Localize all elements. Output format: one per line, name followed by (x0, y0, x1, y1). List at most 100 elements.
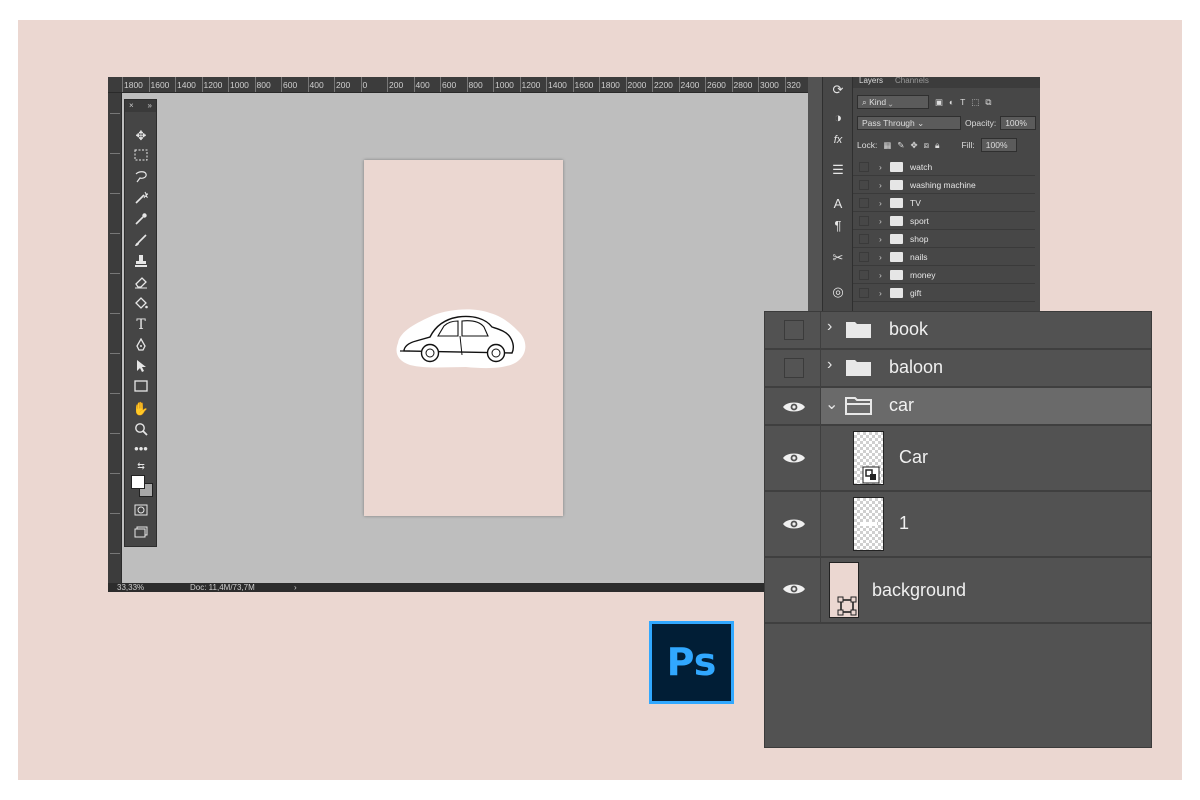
eye-icon[interactable] (782, 400, 806, 414)
status-bar: 33,33% Doc: 11,4M/73,7M › (108, 583, 808, 592)
filter-type-icon[interactable]: T (960, 97, 965, 107)
styles-icon[interactable]: fx (829, 131, 847, 149)
visibility-toggle[interactable] (859, 270, 869, 280)
paint-bucket-tool-icon[interactable] (131, 296, 151, 312)
chevron-right-icon[interactable]: › (827, 318, 832, 336)
layer-name: 1 (899, 513, 910, 533)
chevron-right-icon[interactable]: › (879, 284, 882, 302)
stamp-tool-icon[interactable] (131, 254, 151, 270)
blend-mode-dropdown[interactable]: Pass Through ⌄ (857, 116, 961, 130)
visibility-toggle[interactable] (784, 320, 804, 340)
history-icon[interactable]: ⟳ (829, 81, 847, 99)
lock-artboard-icon[interactable]: ⧈ (924, 140, 929, 151)
visibility-toggle[interactable] (859, 288, 869, 298)
layer-row-book[interactable]: › book (765, 312, 1151, 350)
chevron-right-icon[interactable]: › (879, 230, 882, 248)
lock-pixels-icon[interactable]: ✎ (897, 140, 904, 151)
pen-tool-icon[interactable] (131, 337, 151, 354)
visibility-toggle[interactable] (859, 216, 869, 226)
brush-tool-icon[interactable] (131, 233, 151, 249)
more-tools-icon[interactable]: ••• (131, 441, 151, 457)
visibility-toggle[interactable] (859, 162, 869, 172)
layer-row[interactable]: › TV (853, 194, 1035, 212)
chevron-right-icon[interactable]: › (879, 266, 882, 284)
marquee-tool-icon[interactable] (131, 149, 151, 165)
fill-input[interactable]: 100% (980, 138, 1017, 152)
lock-all-icon[interactable]: 🔒︎ (935, 140, 940, 151)
visibility-toggle[interactable] (859, 198, 869, 208)
zoom-level[interactable]: 33,33% (117, 583, 144, 592)
tool-presets-icon[interactable]: ✂ (829, 249, 847, 267)
type-tool-icon[interactable]: T (131, 317, 151, 333)
layer-row-baloon[interactable]: › baloon (765, 350, 1151, 388)
fill-label: Fill: (961, 140, 975, 150)
layer-row[interactable]: › sport (853, 212, 1035, 230)
properties-icon[interactable]: ☰ (829, 161, 847, 179)
chevron-right-icon[interactable]: › (879, 194, 882, 212)
eye-icon[interactable] (782, 517, 806, 531)
ruler-vertical (108, 93, 122, 583)
opacity-input[interactable]: 100% (1000, 116, 1037, 130)
eyedropper-tool-icon[interactable] (131, 212, 151, 228)
chevron-down-icon[interactable]: ⌄ (825, 394, 838, 414)
chevron-right-icon[interactable]: › (879, 158, 882, 176)
layers-panel-zoomed: › book › baloon ⌄ car Car 1 background (764, 311, 1152, 748)
collapse-icon[interactable]: » (148, 100, 152, 112)
kind-filter-dropdown[interactable]: ⌕ Kind ⌄ (857, 95, 929, 109)
eye-icon[interactable] (782, 582, 806, 596)
layer-row[interactable]: › money (853, 266, 1035, 284)
chevron-right-icon[interactable]: › (879, 248, 882, 266)
libraries-icon[interactable]: ◎ (829, 283, 847, 301)
quick-mask-icon[interactable] (131, 504, 151, 520)
layer-name: watch (910, 162, 933, 172)
layer-row-car-group[interactable]: ⌄ car (765, 388, 1151, 426)
magic-wand-tool-icon[interactable] (131, 191, 151, 207)
lock-position-icon[interactable]: ✥ (910, 140, 917, 151)
layer-row[interactable]: › gift (853, 284, 1035, 302)
tab-channels[interactable]: Channels (895, 77, 929, 85)
eye-icon[interactable] (782, 451, 806, 465)
move-tool-icon[interactable]: ✥ (131, 128, 151, 144)
ruler-tick: 1400 (546, 77, 573, 92)
filter-smart-object-icon[interactable]: ⧉ (985, 97, 991, 108)
chevron-right-icon[interactable]: › (879, 176, 882, 194)
paragraph-icon[interactable]: ¶ (829, 217, 847, 235)
chevron-right-icon[interactable]: › (827, 356, 832, 374)
filter-shape-icon[interactable]: ⬚ (971, 97, 979, 108)
filter-image-icon[interactable]: ▣ (935, 97, 943, 108)
visibility-toggle[interactable] (859, 252, 869, 262)
layer-row-car[interactable]: Car (765, 426, 1151, 492)
screen-mode-icon[interactable] (131, 526, 151, 542)
kind-label: Kind (869, 97, 887, 107)
close-icon[interactable]: × (129, 100, 134, 112)
layer-row[interactable]: › washing machine (853, 176, 1035, 194)
layer-row-1[interactable]: 1 (765, 492, 1151, 558)
status-menu-arrow[interactable]: › (294, 583, 297, 592)
filter-adjustment-icon[interactable]: ◐ (949, 97, 954, 107)
visibility-column (765, 426, 821, 490)
lasso-tool-icon[interactable] (131, 170, 151, 186)
hand-tool-icon[interactable]: ✋ (131, 401, 151, 417)
layer-row[interactable]: › watch (853, 158, 1035, 176)
swap-colors-icon[interactable]: ⇆ (131, 458, 151, 474)
adjustments-icon[interactable]: ◑ (829, 109, 847, 127)
zoom-tool-icon[interactable] (131, 422, 151, 438)
visibility-toggle[interactable] (859, 180, 869, 190)
character-icon[interactable]: A (829, 195, 847, 213)
visibility-toggle[interactable] (784, 358, 804, 378)
layer-name: background (872, 580, 967, 600)
eraser-tool-icon[interactable] (131, 275, 151, 291)
layer-row[interactable]: › nails (853, 248, 1035, 266)
folder-icon (890, 270, 903, 280)
document-canvas[interactable] (364, 160, 563, 516)
path-selection-tool-icon[interactable] (131, 359, 151, 375)
panel-icon-strip: ⟳ ◑ fx ☰ A ¶ ✂ ◎ (822, 77, 852, 317)
foreground-color-swatch[interactable] (131, 475, 145, 489)
tab-layers[interactable]: Layers (859, 77, 883, 85)
lock-transparency-icon[interactable]: ▦ (883, 140, 891, 151)
chevron-right-icon[interactable]: › (879, 212, 882, 230)
layer-row-background[interactable]: background (765, 558, 1151, 624)
visibility-toggle[interactable] (859, 234, 869, 244)
rectangle-tool-icon[interactable] (131, 380, 151, 396)
layer-row[interactable]: › shop (853, 230, 1035, 248)
